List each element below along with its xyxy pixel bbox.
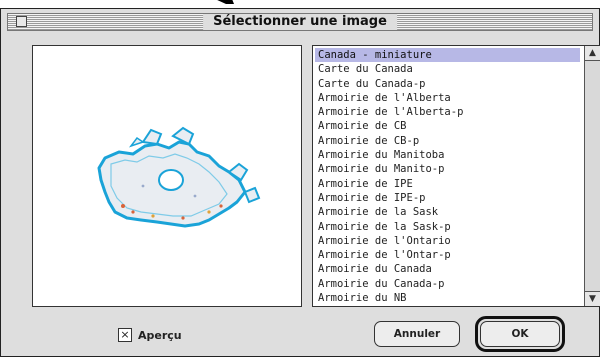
file-list-item[interactable]: Armoirie de CB-p — [315, 134, 580, 148]
file-list-items: Canada - miniature Carte du Canada Carte d… — [315, 48, 580, 304]
close-box-icon[interactable] — [16, 16, 27, 27]
file-list-item[interactable]: Armoirie du Canada-p — [315, 277, 580, 291]
cancel-button[interactable]: Annuler — [374, 321, 460, 347]
file-list-item[interactable]: Armoirie de l'Alberta-p — [315, 105, 580, 119]
scroll-up-arrow-icon[interactable]: ▲ — [585, 46, 600, 61]
file-list-item[interactable]: Armoirie de la Sask — [315, 205, 580, 219]
file-list-item[interactable]: Armoirie du Manito-p — [315, 162, 580, 176]
select-image-dialog: Sélectionner une image Canada - miniatur… — [0, 8, 600, 357]
file-list-item[interactable]: Armoirie du Canada — [315, 262, 580, 276]
dialog-title: Sélectionner une image — [203, 14, 397, 30]
file-list-item[interactable]: Carte du Canada-p — [315, 77, 580, 91]
file-list-item[interactable]: Armoirie de l'Alberta — [315, 91, 580, 105]
file-list-item[interactable]: Armoirie de l'Ontario — [315, 234, 580, 248]
ok-button[interactable]: OK — [480, 321, 560, 347]
file-list-item[interactable]: Canada - miniature — [315, 48, 580, 63]
image-file-list[interactable]: Canada - miniature Carte du Canada Carte d… — [312, 45, 600, 307]
file-list-item[interactable]: Armoirie de IPE — [315, 177, 580, 191]
preview-checkbox-group[interactable]: × Aperçu — [118, 327, 182, 343]
scroll-down-arrow-icon[interactable]: ▼ — [585, 291, 600, 306]
file-list-item[interactable]: Armoirie du NB — [315, 291, 580, 304]
preview-checkbox-label: Aperçu — [138, 328, 182, 342]
file-list-item[interactable]: Armoirie de CB — [315, 119, 580, 133]
image-preview-pane — [32, 45, 302, 307]
file-list-item[interactable]: Carte du Canada — [315, 62, 580, 76]
title-bar[interactable]: Sélectionner une image — [7, 13, 593, 31]
file-list-item[interactable]: Armoirie de la Sask-p — [315, 220, 580, 234]
background-strip — [0, 0, 600, 8]
preview-checkbox[interactable]: × — [118, 328, 132, 342]
canada-map-thumbnail — [97, 126, 261, 228]
file-list-item[interactable]: Armoirie de l'Ontar-p — [315, 248, 580, 262]
vertical-scrollbar[interactable]: ▲ ▼ — [584, 46, 600, 306]
file-list-item[interactable]: Armoirie du Manitoba — [315, 148, 580, 162]
file-list-item[interactable]: Armoirie de IPE-p — [315, 191, 580, 205]
